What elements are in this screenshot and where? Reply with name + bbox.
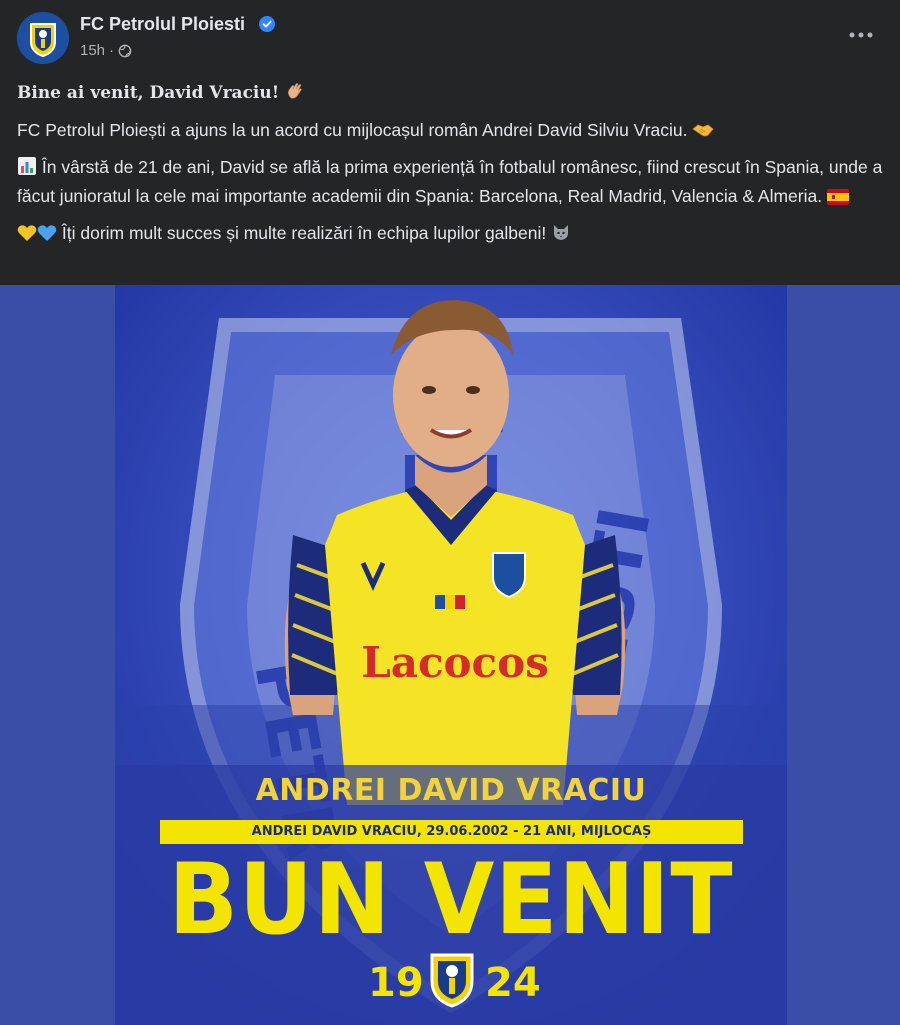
- wolf-icon: [551, 222, 571, 249]
- spain-flag-icon: [826, 186, 849, 212]
- post-title: Bine ai venit, David Vraciu!: [17, 83, 280, 103]
- meta-separator: ·: [109, 42, 115, 59]
- poster-year-right: 24: [485, 960, 541, 1006]
- post-header: FC Petrolul Ploiesti 15h ·: [0, 0, 900, 72]
- post-paragraph-1-line: FC Petrolul Ploiești a ajuns la un acord…: [17, 117, 883, 146]
- page-name[interactable]: FC Petrolul Ploiesti: [80, 14, 245, 35]
- post-paragraph-2-line: În vârstă de 21 de ani, David se află la…: [17, 154, 883, 212]
- post-meta: 15h ·: [80, 42, 132, 59]
- post-paragraph-3: Îți dorim mult succes și multe realizări…: [61, 223, 547, 243]
- more-options-button[interactable]: [846, 20, 876, 50]
- poster-year-left: 19: [368, 960, 424, 1006]
- poster-info-bar: ANDREI DAVID VRACIU, 29.06.2002 - 21 ANI…: [160, 820, 743, 844]
- poster-headline: BUN VENIT: [168, 843, 734, 957]
- poster-player-name: ANDREI DAVID VRACIU: [255, 773, 647, 808]
- jersey-sponsor-logo: Lacocos: [361, 638, 549, 687]
- post-paragraph-3-line: Îți dorim mult succes și multe realizări…: [17, 220, 883, 249]
- post-title-line: Bine ai venit, David Vraciu!: [17, 80, 883, 109]
- post-paragraph-2: În vârstă de 21 de ani, David se află la…: [17, 157, 883, 206]
- more-options-icon: [849, 32, 873, 38]
- yellow-heart-icon: [17, 223, 37, 249]
- post-text: Bine ai venit, David Vraciu! FC Petrolul…: [17, 80, 883, 257]
- welcome-poster-image[interactable]: FC PETR ESTI: [115, 285, 787, 1025]
- verified-badge-icon: [259, 16, 275, 32]
- post-paragraph-1: FC Petrolul Ploiești a ajuns la un acord…: [17, 120, 688, 140]
- blue-heart-icon: [37, 223, 57, 249]
- post-image-container[interactable]: FC PETR ESTI: [0, 285, 900, 1025]
- post-time[interactable]: 15h: [80, 42, 105, 59]
- waving-hand-icon: [285, 81, 305, 109]
- club-crest-icon: [17, 12, 69, 64]
- club-crest-small-icon: [430, 953, 474, 1008]
- handshake-icon: [692, 120, 714, 146]
- page-avatar[interactable]: [17, 12, 69, 64]
- globe-icon: [118, 44, 132, 57]
- bar-chart-icon: [17, 156, 37, 183]
